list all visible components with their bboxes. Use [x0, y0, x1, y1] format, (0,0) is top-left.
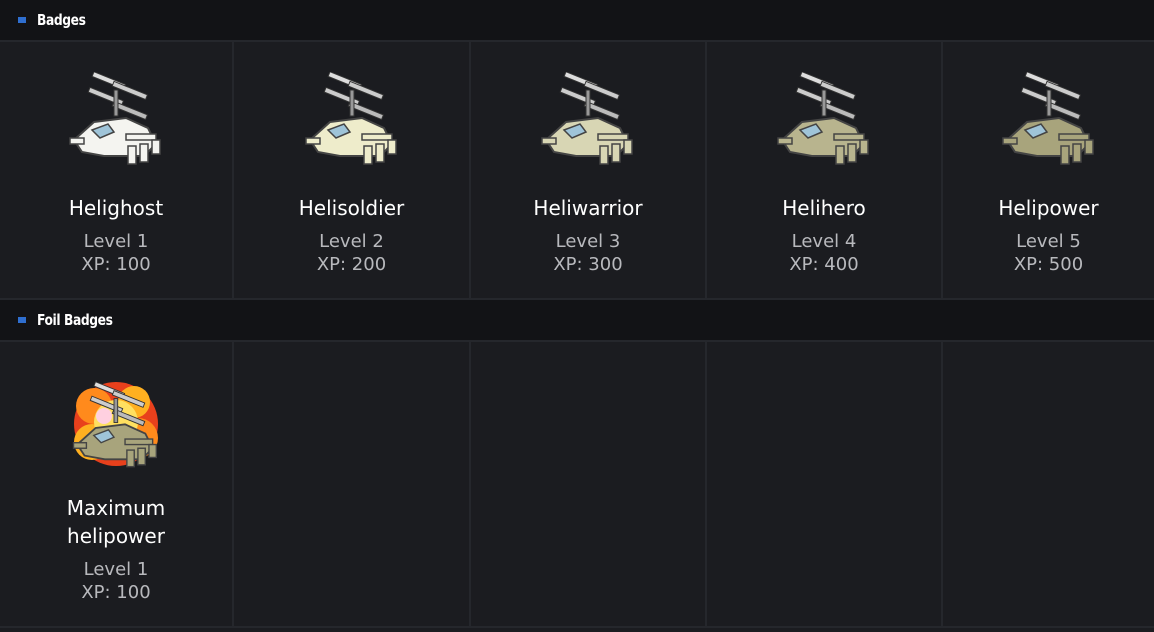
- empty-badge-slot: [234, 342, 471, 628]
- badge-xp: XP: 500: [1013, 254, 1084, 275]
- badge-card-helipower[interactable]: Helipower Level 5 XP: 500: [943, 42, 1154, 300]
- badge-name: Helighost: [68, 196, 164, 220]
- section-marker: [18, 17, 26, 23]
- helicopter-ghost-icon: [69, 72, 161, 165]
- badge-meta: Level 5 XP: 500: [1014, 230, 1083, 276]
- badge-level: Level 5: [1016, 231, 1081, 252]
- helicopter-warrior-icon: [541, 72, 633, 165]
- empty-badge-slot: [707, 342, 943, 628]
- badge-meta: Level 1 XP: 100: [81, 230, 150, 276]
- badges-section-title: Badges: [37, 11, 86, 29]
- foil-badges-grid: Maximum helipower Level 1 XP: 100: [0, 342, 1154, 628]
- badge-name: Maximum helipower: [66, 496, 166, 548]
- empty-badge-slot: [943, 342, 1154, 628]
- badges-section-header: Badges: [0, 0, 1154, 42]
- badge-xp: XP: 200: [316, 254, 387, 275]
- helicopter-hero-icon: [777, 72, 869, 165]
- badge-meta: Level 1 XP: 100: [81, 558, 150, 604]
- badge-xp: XP: 300: [553, 254, 623, 275]
- helicopter-explosion-icon: [72, 381, 158, 468]
- empty-badge-slot: [471, 342, 707, 628]
- badge-level: Level 3: [555, 231, 621, 252]
- badge-meta: Level 2 XP: 200: [317, 230, 386, 276]
- badge-name: Helihero: [782, 196, 866, 220]
- badges-grid: Helighost Level 1 XP: 100 Helisoldier Le…: [0, 42, 1154, 300]
- badge-card-maximum-helipower[interactable]: Maximum helipower Level 1 XP: 100: [0, 342, 234, 628]
- badge-name: Helisoldier: [298, 196, 405, 220]
- badge-level: Level 1: [83, 231, 149, 252]
- badge-name: Heliwarrior: [533, 196, 643, 220]
- badge-card-helighost[interactable]: Helighost Level 1 XP: 100: [0, 42, 234, 300]
- badge-card-helihero[interactable]: Helihero Level 4 XP: 400: [707, 42, 943, 300]
- badge-meta: Level 3 XP: 300: [553, 230, 622, 276]
- badge-card-helisoldier[interactable]: Helisoldier Level 2 XP: 200: [234, 42, 471, 300]
- badge-level: Level 4: [791, 231, 857, 252]
- foil-badges-section-header: Foil Badges: [0, 300, 1154, 342]
- badge-level: Level 2: [319, 231, 384, 252]
- badge-meta: Level 4 XP: 400: [789, 230, 858, 276]
- badge-card-heliwarrior[interactable]: Heliwarrior Level 3 XP: 300: [471, 42, 707, 300]
- foil-badges-section-title: Foil Badges: [37, 311, 113, 329]
- badge-xp: XP: 400: [789, 254, 859, 275]
- section-marker: [18, 317, 26, 323]
- badge-level: Level 1: [83, 559, 149, 580]
- badge-name: Helipower: [998, 196, 1099, 220]
- badge-xp: XP: 100: [81, 254, 151, 275]
- helicopter-power-icon: [1001, 72, 1094, 165]
- badge-xp: XP: 100: [81, 582, 151, 603]
- helicopter-soldier-icon: [304, 72, 397, 165]
